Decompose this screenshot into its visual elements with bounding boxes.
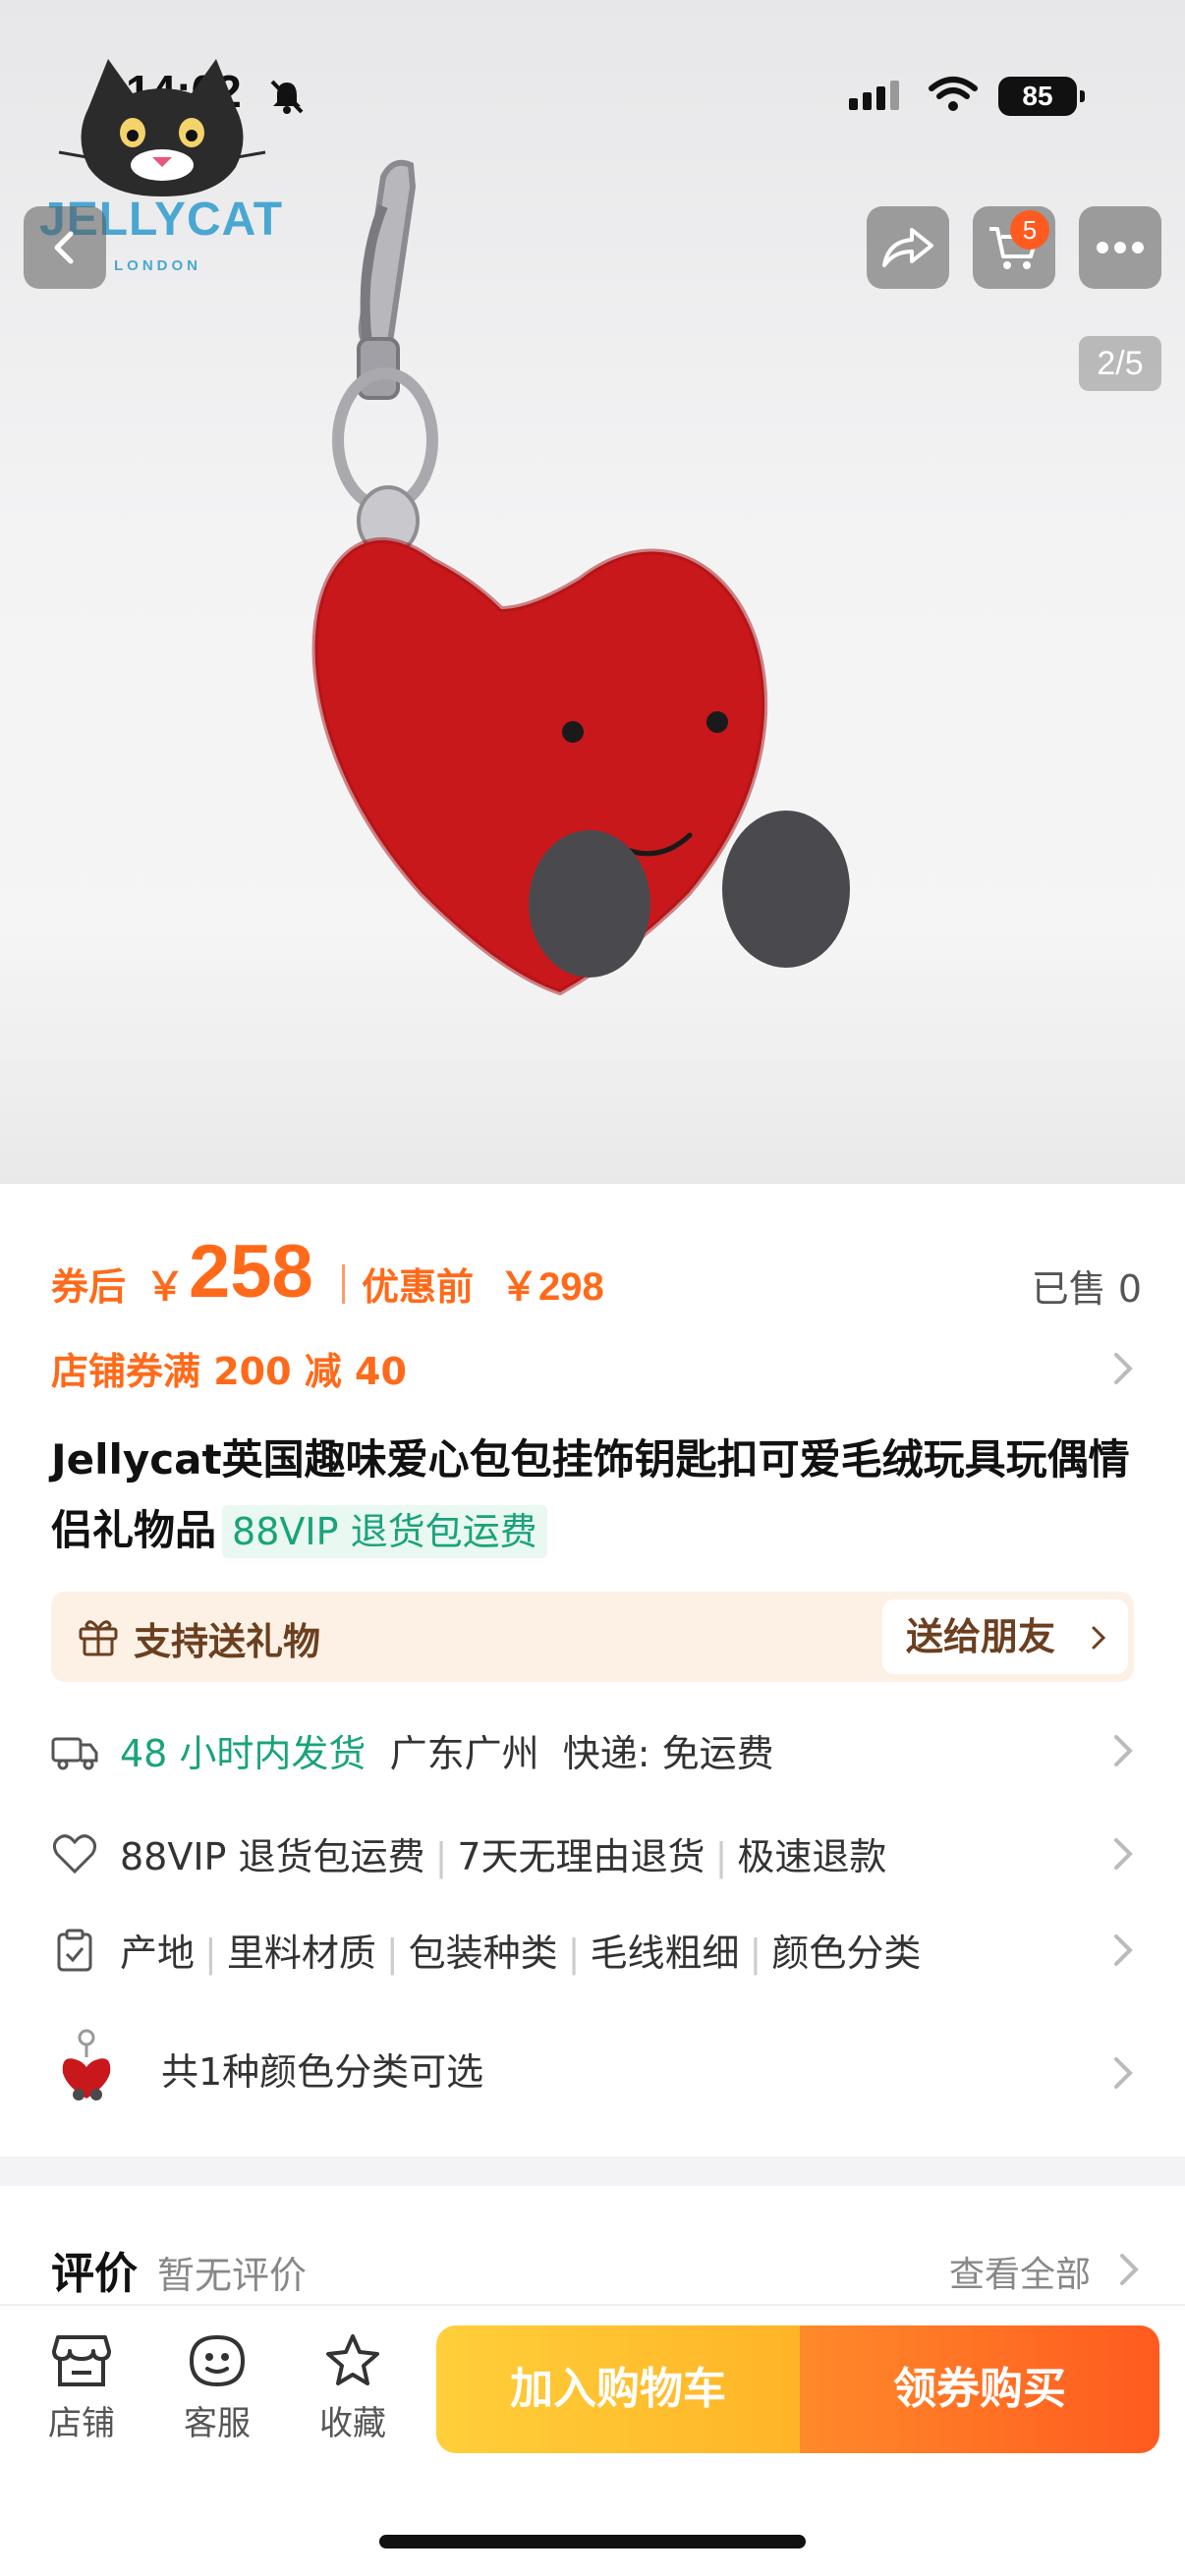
cart-count-badge: 5 xyxy=(1010,210,1049,250)
vip-return-tag: 88VIP 退货包运费 xyxy=(222,1505,547,1558)
add-to-cart-button[interactable]: 加入购物车 xyxy=(436,2325,800,2453)
gift-support-label: 支持送礼物 xyxy=(134,1620,321,1663)
back-button[interactable] xyxy=(24,206,106,289)
reviews-header[interactable]: 评价 暂无评价 查看全部 xyxy=(51,2238,1142,2299)
heart-shield-icon xyxy=(52,1834,97,1875)
gift-support-bar: 支持送礼物 送给朋友 xyxy=(51,1592,1134,1682)
variant-thumbnail xyxy=(62,2029,111,2100)
separator: | xyxy=(385,1932,399,1975)
chat-face-icon xyxy=(189,2334,246,2387)
more-options-button[interactable] xyxy=(1079,206,1161,289)
chevron-right-icon xyxy=(1092,1626,1106,1650)
heart-keychain-image xyxy=(311,159,850,996)
chevron-right-icon xyxy=(1120,2254,1139,2285)
product-title-text: Jellycat英国趣味爱心包包挂饰钥匙扣可爱毛绒玩具玩偶情侣礼物品 xyxy=(51,1435,1130,1554)
favorite-tab-label: 收藏 xyxy=(319,2404,386,2443)
customer-service-tab-label: 客服 xyxy=(184,2404,251,2443)
before-discount-price: ￥298 xyxy=(499,1265,604,1309)
separator: | xyxy=(434,1835,448,1878)
share-button[interactable] xyxy=(867,206,949,289)
variant-count-text: 共1种颜色分类可选 xyxy=(161,2050,484,2094)
sold-count: 已售 0 xyxy=(1031,1267,1142,1311)
before-discount-label: 优惠前 xyxy=(362,1265,475,1309)
chevron-left-icon xyxy=(54,231,74,264)
chevron-right-icon xyxy=(1114,2057,1133,2089)
send-to-friend-button[interactable]: 送给朋友 xyxy=(882,1599,1128,1674)
wifi-icon xyxy=(929,77,978,111)
param-item: 里料材质 xyxy=(226,1932,376,1975)
separator: | xyxy=(749,1932,762,1975)
shipping-time: 48 小时内发货 xyxy=(120,1732,367,1775)
customer-service-tab[interactable]: 客服 xyxy=(163,2333,271,2444)
share-icon xyxy=(882,228,933,267)
chevron-right-icon xyxy=(1114,1838,1133,1870)
separator: | xyxy=(567,1932,581,1975)
price-row: 券后 ￥ 258 优惠前 ￥298 已售 0 xyxy=(51,1230,1142,1314)
after-coupon-price: 258 xyxy=(189,1230,313,1314)
service-item: 极速退款 xyxy=(737,1835,887,1878)
shop-tab[interactable]: 店铺 xyxy=(28,2333,136,2444)
product-image-gallery[interactable]: 14:02 85 JELLYCAT LONDON xyxy=(0,0,1185,1184)
shipping-fee: 快递: 免运费 xyxy=(562,1732,774,1775)
send-to-friend-label: 送给朋友 xyxy=(906,1615,1056,1658)
view-all-reviews-link[interactable]: 查看全部 xyxy=(949,2246,1091,2297)
product-title: Jellycat英国趣味爱心包包挂饰钥匙扣可爱毛绒玩具玩偶情侣礼物品 88VIP … xyxy=(51,1425,1142,1566)
cart-button[interactable]: 5 xyxy=(973,206,1055,289)
favorite-tab[interactable]: 收藏 xyxy=(299,2333,407,2444)
shipping-row[interactable]: 48 小时内发货 广东广州 快递: 免运费 xyxy=(51,1719,1142,1778)
product-params-row[interactable]: 产地 | 里料材质 | 包装种类 | 毛线粗细 | 颜色分类 xyxy=(51,1919,1142,1978)
clipboard-icon xyxy=(57,1929,92,1972)
brand-logo-subtext: LONDON xyxy=(114,257,201,274)
battery-indicator: 85 xyxy=(998,77,1085,116)
currency-symbol: ￥ xyxy=(145,1264,185,1310)
more-dots-icon xyxy=(1097,242,1144,253)
store-icon xyxy=(52,2335,111,2386)
ship-from-location: 广东广州 xyxy=(389,1732,539,1775)
param-item: 颜色分类 xyxy=(771,1932,922,1975)
param-item: 产地 xyxy=(120,1932,196,1975)
reviews-title: 评价 xyxy=(51,2249,138,2299)
delivery-truck-icon xyxy=(51,1737,98,1770)
image-counter: 2/5 xyxy=(1079,336,1161,391)
service-item: 88VIP 退货包运费 xyxy=(120,1835,425,1878)
home-indicator xyxy=(379,2535,806,2548)
service-item: 7天无理由退货 xyxy=(457,1835,705,1878)
separator: | xyxy=(714,1835,728,1878)
separator: | xyxy=(204,1932,217,1975)
param-item: 毛线粗细 xyxy=(590,1932,740,1975)
price-divider xyxy=(342,1264,345,1304)
section-divider xyxy=(0,2156,1185,2186)
param-item: 包装种类 xyxy=(408,1932,558,1975)
chevron-right-icon xyxy=(1114,1934,1133,1966)
variant-selector-row[interactable]: 共1种颜色分类可选 xyxy=(51,2029,1142,2112)
gift-box-icon xyxy=(79,1620,118,1656)
chevron-right-icon xyxy=(1114,1735,1133,1766)
shop-tab-label: 店铺 xyxy=(48,2404,115,2443)
shop-coupon-text: 店铺券满 200 减 40 xyxy=(51,1350,407,1393)
reviews-empty-status: 暂无评价 xyxy=(157,2254,308,2297)
after-coupon-label: 券后 xyxy=(51,1265,127,1309)
service-guarantee-row[interactable]: 88VIP 退货包运费 | 7天无理由退货 | 极速退款 xyxy=(51,1822,1142,1881)
chevron-right-icon xyxy=(1114,1353,1133,1384)
cellular-signal-icon xyxy=(849,81,904,110)
star-icon xyxy=(326,2334,379,2385)
coupon-buy-button[interactable]: 领券购买 xyxy=(800,2325,1159,2453)
product-info-panel: 券后 ￥ 258 优惠前 ￥298 已售 0 店铺券满 200 减 40 Jel… xyxy=(0,1184,1185,2161)
shop-coupon-row[interactable]: 店铺券满 200 减 40 xyxy=(51,1341,1142,1396)
